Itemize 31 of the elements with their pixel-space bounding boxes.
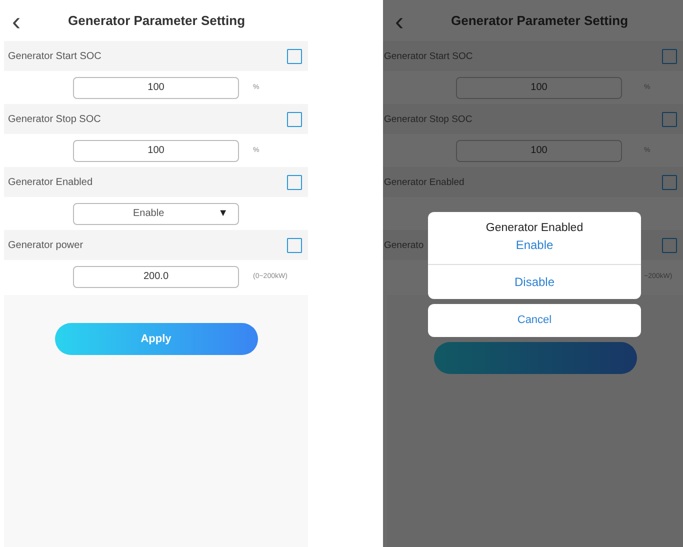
cancel-button[interactable]: Cancel — [428, 304, 641, 337]
setting-label: Generator Stop SOC — [8, 114, 101, 124]
setting-label: Generator Enabled — [384, 176, 464, 188]
input-field[interactable]: 100 — [456, 76, 622, 98]
back-button[interactable]: ‹ — [383, 8, 433, 34]
page-title: Generator Parameter Setting — [68, 13, 246, 28]
setting-label: Generator Start SOC — [384, 50, 473, 62]
checkbox[interactable] — [662, 112, 677, 126]
setting-label: Generator Enabled — [8, 176, 93, 188]
checkbox[interactable] — [287, 174, 302, 190]
checkbox[interactable] — [287, 112, 302, 126]
checkbox[interactable] — [287, 48, 302, 64]
input-field[interactable]: 100 — [73, 140, 239, 162]
input-field[interactable]: 100 — [73, 76, 239, 98]
checkbox[interactable] — [662, 238, 677, 252]
page-title: Generator Parameter Setting — [451, 13, 628, 28]
apply-button[interactable]: Apply — [54, 323, 258, 355]
setting-label: Generator power — [8, 240, 84, 250]
input-field[interactable]: 200.0 — [73, 266, 239, 288]
checkbox[interactable] — [662, 174, 677, 190]
checkbox[interactable] — [662, 48, 677, 64]
setting-label: Generator Stop SOC — [384, 114, 472, 124]
sheet-option[interactable]: Enable — [428, 234, 641, 264]
input-field[interactable]: 100 — [456, 140, 622, 162]
dropdown[interactable]: Enable ▼ — [73, 202, 239, 224]
back-button[interactable]: ‹ — [0, 8, 50, 34]
checkbox[interactable] — [287, 238, 302, 252]
setting-label: Generator Start SOC — [8, 50, 102, 62]
sheet-option[interactable]: Disable — [428, 264, 641, 299]
sheet-title: Generator Enabled — [484, 221, 584, 234]
setting-label: Generato — [384, 240, 424, 250]
